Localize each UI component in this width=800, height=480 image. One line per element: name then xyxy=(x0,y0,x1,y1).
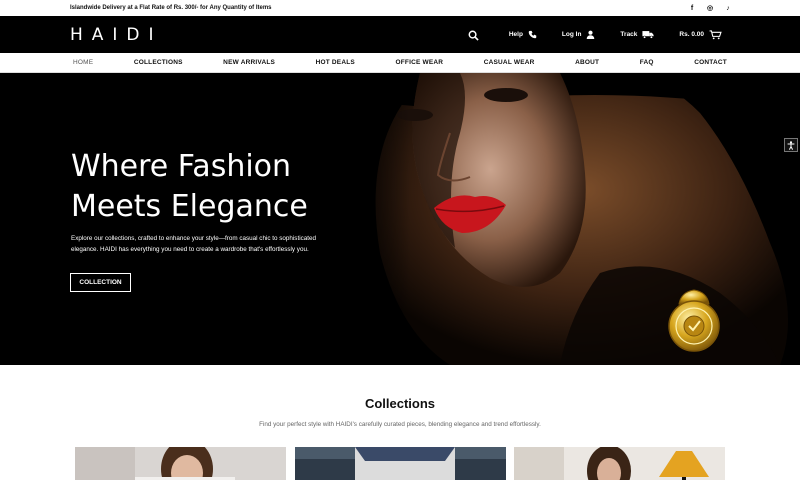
nav-faq[interactable]: FAQ xyxy=(640,59,654,66)
track-label: Track xyxy=(620,31,638,38)
collection-image xyxy=(514,447,725,480)
nav-home[interactable]: HOME xyxy=(73,59,93,66)
phone-icon xyxy=(528,30,537,39)
quality-badge-icon xyxy=(668,289,720,352)
hero-title-line1: Where Fashion xyxy=(71,149,292,184)
accessibility-icon xyxy=(787,140,795,150)
collections-subtitle: Find your perfect style with HAIDI's car… xyxy=(259,421,541,428)
truck-icon xyxy=(642,31,654,39)
hero-title: Where Fashion Meets Elegance xyxy=(71,147,391,227)
facebook-icon[interactable]: f xyxy=(688,5,696,12)
nav-about[interactable]: ABOUT xyxy=(575,59,599,66)
nav-office-wear[interactable]: OFFICE WEAR xyxy=(395,59,443,66)
login-label: Log In xyxy=(561,31,582,38)
main-header: HAIDI Help Log In Track Rs. 0.00 xyxy=(0,16,800,53)
cart-icon xyxy=(709,29,722,39)
collection-card-1[interactable] xyxy=(75,447,286,480)
collections-section: Collections Find your perfect style with… xyxy=(0,365,800,480)
header-actions: Help Log In Track Rs. 0.00 xyxy=(468,28,730,42)
search-icon[interactable] xyxy=(468,28,482,42)
login-link[interactable]: Log In xyxy=(562,30,596,39)
user-icon xyxy=(587,30,595,39)
social-links: f ◎ ♪ xyxy=(688,4,732,13)
nav-new-arrivals[interactable]: NEW ARRIVALS xyxy=(223,59,275,66)
help-label: Help xyxy=(508,31,523,38)
hero-description: Explore our collections, crafted to enha… xyxy=(71,235,317,253)
announcement-text: Islandwide Delivery at a Flat Rate of Rs… xyxy=(70,5,272,11)
tiktok-icon[interactable]: ♪ xyxy=(724,5,732,12)
help-link[interactable]: Help xyxy=(509,30,537,39)
hero-banner: Where Fashion Meets Elegance Explore our… xyxy=(0,73,800,365)
main-nav: HOME COLLECTIONS NEW ARRIVALS HOT DEALS … xyxy=(0,53,800,73)
announcement-bar: Islandwide Delivery at a Flat Rate of Rs… xyxy=(0,0,800,16)
cart-link[interactable]: Rs. 0.00 xyxy=(679,29,722,40)
hero-title-line2: Meets Elegance xyxy=(71,189,308,224)
collection-card-2[interactable] xyxy=(295,447,506,480)
instagram-icon[interactable]: ◎ xyxy=(706,4,714,12)
collection-card-3[interactable] xyxy=(514,447,725,480)
cart-total: Rs. 0.00 xyxy=(679,31,704,38)
collection-image xyxy=(295,447,506,480)
nav-contact[interactable]: CONTACT xyxy=(694,59,727,66)
collection-button[interactable]: COLLECTION xyxy=(70,273,131,292)
nav-hot-deals[interactable]: HOT DEALS xyxy=(316,59,355,66)
collections-title: Collections xyxy=(364,396,436,411)
nav-casual-wear[interactable]: CASUAL WEAR xyxy=(484,59,535,66)
collection-image xyxy=(75,447,286,480)
accessibility-button[interactable] xyxy=(784,138,798,152)
nav-collections[interactable]: COLLECTIONS xyxy=(134,59,183,66)
site-logo[interactable]: HAIDI xyxy=(70,25,163,45)
track-link[interactable]: Track xyxy=(620,30,654,39)
